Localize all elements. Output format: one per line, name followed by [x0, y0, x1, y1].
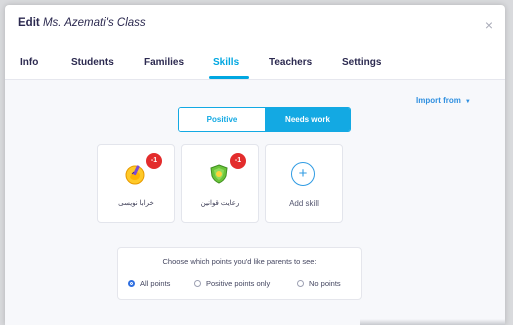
parent-points-visibility: Choose which points you'd like parents t… [117, 247, 362, 300]
radio-button[interactable] [297, 279, 304, 287]
radio-label: Positive points only [206, 278, 271, 288]
skills-panel: Import from ▼ Positive Needs work -1 خراب… [5, 80, 505, 325]
import-from-dropdown[interactable]: Import from ▼ [416, 96, 471, 105]
plus-icon: + [291, 162, 315, 186]
tab-info[interactable]: Info [20, 57, 38, 68]
positive-toggle-button[interactable]: Positive [179, 108, 265, 131]
radio-positive-only[interactable]: Positive points only [194, 277, 270, 289]
add-skill-label: Add skill [289, 199, 319, 208]
dialog-title: Edit Ms. Azemati's Class [18, 17, 146, 29]
tab-families[interactable]: Families [144, 57, 184, 68]
bottom-edge-shadow [360, 319, 505, 325]
radio-button-selected[interactable] [128, 279, 135, 287]
tab-settings[interactable]: Settings [342, 57, 381, 68]
dialog-title-prefix: Edit [18, 17, 40, 29]
points-badge: -1 [146, 153, 162, 169]
tab-skills[interactable]: Skills [213, 57, 239, 68]
import-from-label: Import from [416, 96, 461, 105]
skill-label: خرابا نویسی [118, 200, 154, 207]
skill-card[interactable]: -1 خرابا نویسی [97, 144, 175, 223]
points-badge: -1 [230, 153, 246, 169]
tab-teachers[interactable]: Teachers [269, 57, 312, 68]
tab-students[interactable]: Students [71, 57, 114, 68]
shield-icon [210, 164, 228, 184]
radio-label: No points [309, 278, 341, 288]
active-tab-indicator [209, 76, 249, 79]
add-skill-button[interactable]: + Add skill [265, 144, 343, 223]
close-icon[interactable]: × [481, 17, 497, 33]
tab-bar: Info Students Families Skills Teachers S… [5, 50, 505, 80]
dialog-title-class: Ms. Azemati's Class [42, 17, 146, 29]
skill-type-toggle: Positive Needs work [178, 107, 351, 132]
caret-down-icon: ▼ [464, 99, 471, 105]
radio-all-points[interactable]: All points [128, 277, 170, 289]
points-question: Choose which points you'd like parents t… [162, 257, 317, 266]
radio-button[interactable] [194, 279, 201, 287]
skill-label: رعایت قوانین [200, 200, 240, 207]
needs-work-toggle-button[interactable]: Needs work [265, 108, 350, 131]
radio-label: All points [140, 278, 171, 288]
edit-class-dialog: Edit Ms. Azemati's Class × Info Students… [5, 5, 505, 325]
pencil-hand-icon [125, 165, 145, 185]
skill-card[interactable]: -1 رعایت قوانین [181, 144, 259, 223]
radio-no-points[interactable]: No points [297, 277, 341, 289]
